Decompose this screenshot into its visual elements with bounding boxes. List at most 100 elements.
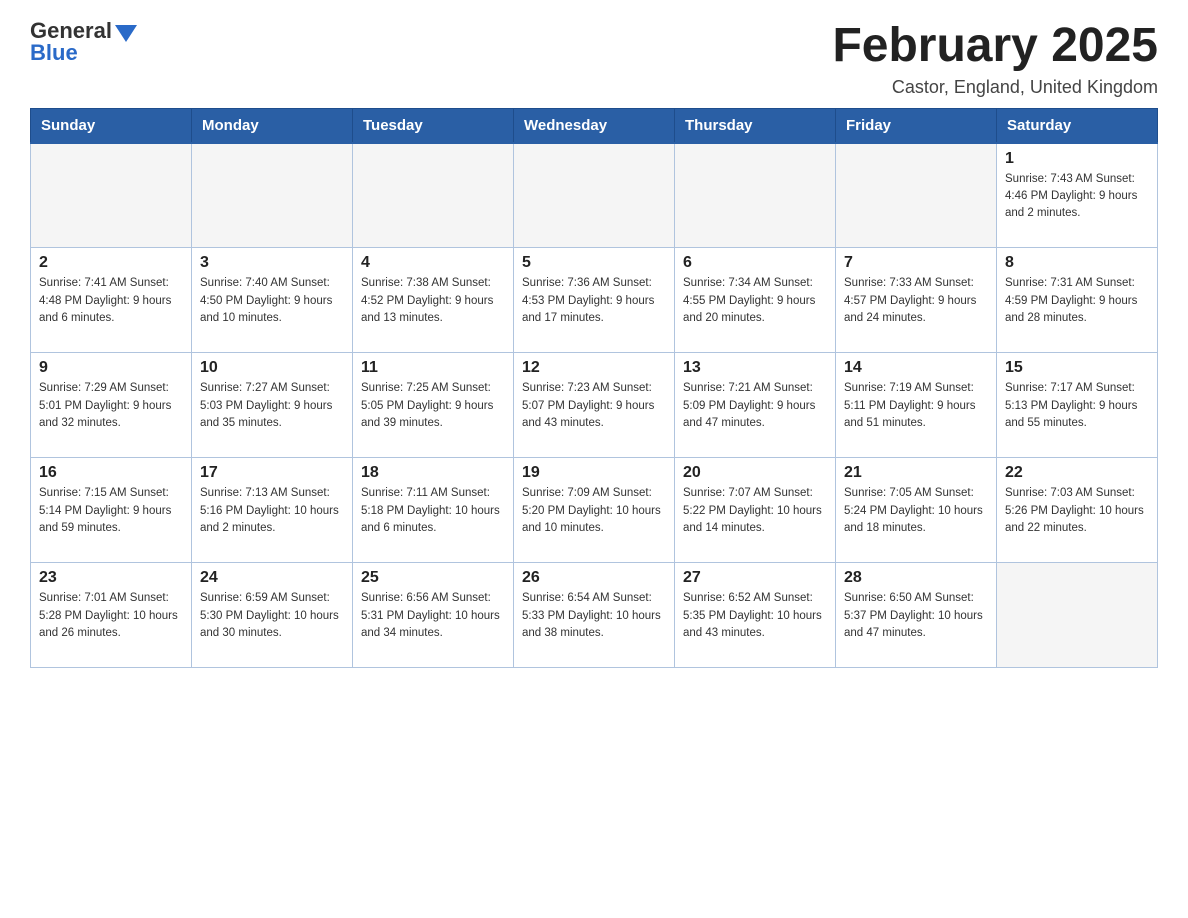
calendar-week-0: 1 Sunrise: 7:43 AM Sunset: 4:46 PM Daylig… (31, 143, 1158, 248)
calendar-header-row: SundayMondayTuesdayWednesdayThursdayFrid… (31, 108, 1158, 143)
calendar-week-2: 9Sunrise: 7:29 AM Sunset: 5:01 PM Daylig… (31, 353, 1158, 458)
day-number: 3 (200, 254, 344, 272)
day-number: 4 (361, 254, 505, 272)
calendar-week-3: 16Sunrise: 7:15 AM Sunset: 5:14 PM Dayli… (31, 458, 1158, 563)
calendar-cell: 23 Sunrise: 7:01 AM Sunset: 5:28 PM Dayli… (31, 563, 192, 668)
page-header: General Blue February 2025 Castor, Engla… (30, 20, 1158, 98)
day-info: Sunrise: 7:21 AM Sunset: 5:09 PM Dayligh… (683, 380, 827, 432)
day-info: Sunrise: 7:29 AM Sunset: 5:01 PM Dayligh… (39, 380, 183, 432)
calendar-cell: 28 Sunrise: 6:50 AM Sunset: 5:37 PM Dayli… (836, 563, 997, 668)
calendar-cell: 19 Sunrise: 7:09 AM Sunset: 5:20 PM Dayli… (514, 458, 675, 563)
day-number: 27 (683, 569, 827, 587)
calendar-cell: 26 Sunrise: 6:54 AM Sunset: 5:33 PM Dayli… (514, 563, 675, 668)
calendar-cell: 3 Sunrise: 7:40 AM Sunset: 4:50 PM Daylig… (192, 248, 353, 353)
day-number: 19 (522, 464, 666, 482)
header-sunday: Sunday (31, 108, 192, 143)
calendar-cell: 13 Sunrise: 7:21 AM Sunset: 5:09 PM Dayli… (675, 353, 836, 458)
calendar-cell: 8 Sunrise: 7:31 AM Sunset: 4:59 PM Daylig… (997, 248, 1158, 353)
calendar-cell: 9Sunrise: 7:29 AM Sunset: 5:01 PM Daylig… (31, 353, 192, 458)
day-info: Sunrise: 7:34 AM Sunset: 4:55 PM Dayligh… (683, 275, 827, 327)
day-info: Sunrise: 7:11 AM Sunset: 5:18 PM Dayligh… (361, 485, 505, 537)
day-number: 11 (361, 359, 505, 377)
calendar-cell: 11 Sunrise: 7:25 AM Sunset: 5:05 PM Dayli… (353, 353, 514, 458)
day-number: 13 (683, 359, 827, 377)
day-info: Sunrise: 7:09 AM Sunset: 5:20 PM Dayligh… (522, 485, 666, 537)
day-number: 6 (683, 254, 827, 272)
calendar-cell (192, 143, 353, 248)
calendar-cell: 27 Sunrise: 6:52 AM Sunset: 5:35 PM Dayli… (675, 563, 836, 668)
day-number: 21 (844, 464, 988, 482)
header-saturday: Saturday (997, 108, 1158, 143)
day-info: Sunrise: 6:56 AM Sunset: 5:31 PM Dayligh… (361, 590, 505, 642)
day-number: 7 (844, 254, 988, 272)
calendar-cell: 22 Sunrise: 7:03 AM Sunset: 5:26 PM Dayli… (997, 458, 1158, 563)
location: Castor, England, United Kingdom (832, 77, 1158, 98)
calendar-week-1: 2Sunrise: 7:41 AM Sunset: 4:48 PM Daylig… (31, 248, 1158, 353)
day-number: 12 (522, 359, 666, 377)
day-info: Sunrise: 7:25 AM Sunset: 5:05 PM Dayligh… (361, 380, 505, 432)
calendar-cell: 2Sunrise: 7:41 AM Sunset: 4:48 PM Daylig… (31, 248, 192, 353)
day-number: 16 (39, 464, 183, 482)
day-number: 23 (39, 569, 183, 587)
calendar-cell: 12 Sunrise: 7:23 AM Sunset: 5:07 PM Dayli… (514, 353, 675, 458)
logo-general-text: General (30, 20, 112, 42)
calendar-cell (836, 143, 997, 248)
day-number: 15 (1005, 359, 1149, 377)
day-info: Sunrise: 7:36 AM Sunset: 4:53 PM Dayligh… (522, 275, 666, 327)
day-info: Sunrise: 7:23 AM Sunset: 5:07 PM Dayligh… (522, 380, 666, 432)
day-number: 8 (1005, 254, 1149, 272)
calendar-cell (514, 143, 675, 248)
header-wednesday: Wednesday (514, 108, 675, 143)
day-info: Sunrise: 6:54 AM Sunset: 5:33 PM Dayligh… (522, 590, 666, 642)
calendar-cell: 14 Sunrise: 7:19 AM Sunset: 5:11 PM Dayli… (836, 353, 997, 458)
day-info: Sunrise: 7:31 AM Sunset: 4:59 PM Dayligh… (1005, 275, 1149, 327)
day-number: 18 (361, 464, 505, 482)
calendar-cell: 20Sunrise: 7:07 AM Sunset: 5:22 PM Dayli… (675, 458, 836, 563)
logo: General Blue (30, 20, 137, 64)
calendar-cell (353, 143, 514, 248)
day-info: Sunrise: 7:40 AM Sunset: 4:50 PM Dayligh… (200, 275, 344, 327)
day-info: Sunrise: 7:43 AM Sunset: 4:46 PM Dayligh… (1005, 171, 1149, 223)
day-info: Sunrise: 7:03 AM Sunset: 5:26 PM Dayligh… (1005, 485, 1149, 537)
month-title: February 2025 (832, 20, 1158, 73)
day-info: Sunrise: 6:52 AM Sunset: 5:35 PM Dayligh… (683, 590, 827, 642)
calendar-table: SundayMondayTuesdayWednesdayThursdayFrid… (30, 108, 1158, 669)
day-info: Sunrise: 7:07 AM Sunset: 5:22 PM Dayligh… (683, 485, 827, 537)
day-info: Sunrise: 7:19 AM Sunset: 5:11 PM Dayligh… (844, 380, 988, 432)
calendar-cell: 25 Sunrise: 6:56 AM Sunset: 5:31 PM Dayli… (353, 563, 514, 668)
calendar-cell: 5 Sunrise: 7:36 AM Sunset: 4:53 PM Daylig… (514, 248, 675, 353)
calendar-cell: 10Sunrise: 7:27 AM Sunset: 5:03 PM Dayli… (192, 353, 353, 458)
calendar-cell (997, 563, 1158, 668)
day-number: 26 (522, 569, 666, 587)
day-number: 25 (361, 569, 505, 587)
day-number: 5 (522, 254, 666, 272)
calendar-cell: 7 Sunrise: 7:33 AM Sunset: 4:57 PM Daylig… (836, 248, 997, 353)
day-number: 22 (1005, 464, 1149, 482)
day-info: Sunrise: 7:01 AM Sunset: 5:28 PM Dayligh… (39, 590, 183, 642)
day-info: Sunrise: 6:50 AM Sunset: 5:37 PM Dayligh… (844, 590, 988, 642)
day-info: Sunrise: 7:27 AM Sunset: 5:03 PM Dayligh… (200, 380, 344, 432)
day-number: 2 (39, 254, 183, 272)
day-number: 1 (1005, 150, 1149, 168)
calendar-cell: 4 Sunrise: 7:38 AM Sunset: 4:52 PM Daylig… (353, 248, 514, 353)
calendar-cell: 15 Sunrise: 7:17 AM Sunset: 5:13 PM Dayli… (997, 353, 1158, 458)
day-info: Sunrise: 7:05 AM Sunset: 5:24 PM Dayligh… (844, 485, 988, 537)
logo-triangle-icon (115, 25, 137, 42)
day-number: 14 (844, 359, 988, 377)
day-info: Sunrise: 7:38 AM Sunset: 4:52 PM Dayligh… (361, 275, 505, 327)
day-number: 17 (200, 464, 344, 482)
calendar-cell: 18 Sunrise: 7:11 AM Sunset: 5:18 PM Dayli… (353, 458, 514, 563)
header-monday: Monday (192, 108, 353, 143)
day-info: Sunrise: 7:17 AM Sunset: 5:13 PM Dayligh… (1005, 380, 1149, 432)
day-number: 28 (844, 569, 988, 587)
calendar-cell: 17Sunrise: 7:13 AM Sunset: 5:16 PM Dayli… (192, 458, 353, 563)
calendar-cell (675, 143, 836, 248)
calendar-cell: 6 Sunrise: 7:34 AM Sunset: 4:55 PM Daylig… (675, 248, 836, 353)
calendar-cell (31, 143, 192, 248)
day-info: Sunrise: 7:33 AM Sunset: 4:57 PM Dayligh… (844, 275, 988, 327)
day-number: 24 (200, 569, 344, 587)
header-thursday: Thursday (675, 108, 836, 143)
day-info: Sunrise: 6:59 AM Sunset: 5:30 PM Dayligh… (200, 590, 344, 642)
calendar-cell: 24 Sunrise: 6:59 AM Sunset: 5:30 PM Dayli… (192, 563, 353, 668)
calendar-cell: 21 Sunrise: 7:05 AM Sunset: 5:24 PM Dayli… (836, 458, 997, 563)
